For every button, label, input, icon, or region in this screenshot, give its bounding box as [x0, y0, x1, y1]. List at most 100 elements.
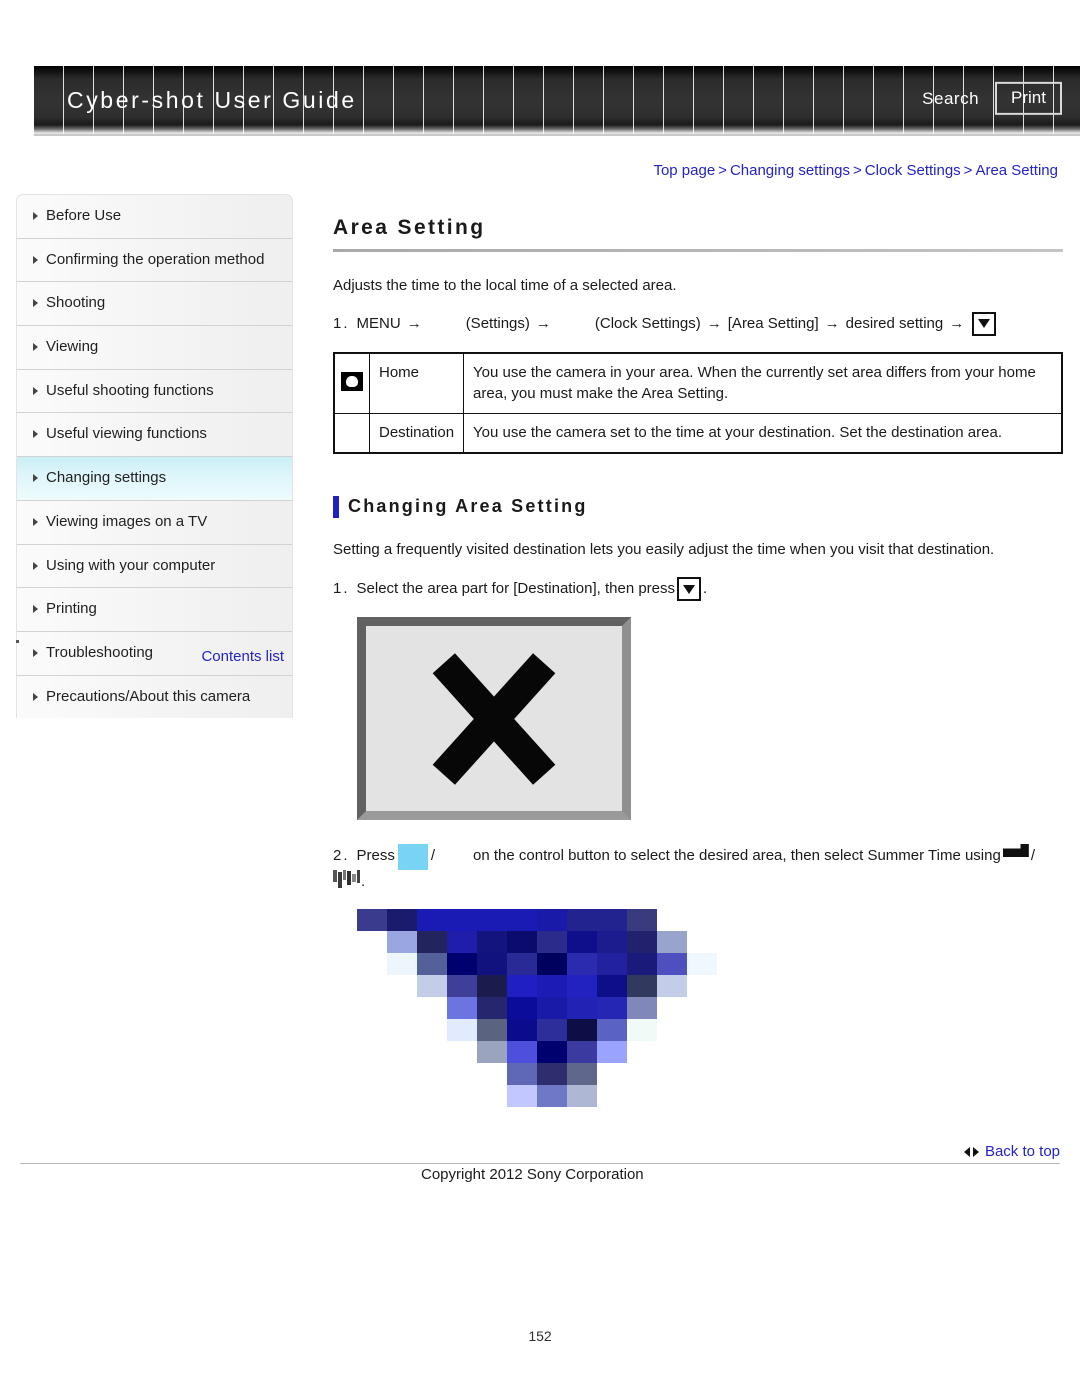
- sidebar-item-viewing-images-on-a-tv[interactable]: Viewing images on a TV: [17, 501, 292, 545]
- placeholder-pixel: [417, 975, 447, 998]
- sidebar-item-label: Shooting: [46, 294, 106, 312]
- sidebar-item-label: Printing: [46, 600, 97, 618]
- control-button-image-placeholder: [397, 844, 428, 870]
- placeholder-pixel: [627, 931, 657, 954]
- placeholder-pixel: [537, 909, 567, 932]
- step-number: 1.: [333, 580, 350, 598]
- sidebar-item-before-use[interactable]: Before Use: [17, 195, 292, 239]
- document-page: Cyber-shot User Guide Search Print Top p…: [0, 0, 1080, 1397]
- placeholder-pixel: [387, 909, 417, 932]
- footer-divider: [20, 1163, 1060, 1164]
- table-row: Home You use the camera in your area. Wh…: [333, 352, 1063, 414]
- breadcrumb-item-top-page[interactable]: Top page: [653, 162, 715, 179]
- placeholder-pixel: [477, 1041, 507, 1064]
- placeholder-pixel: [507, 1041, 537, 1064]
- area-setting-table: Home You use the camera in your area. Wh…: [333, 351, 1063, 454]
- arrow-icon: →: [706, 314, 722, 332]
- placeholder-pixel: [537, 931, 567, 954]
- triangle-bullet-icon: [33, 212, 38, 220]
- arrow-icon: →: [535, 314, 551, 332]
- sidebar-item-label: Useful shooting functions: [46, 381, 214, 399]
- page-number: 152: [528, 1328, 552, 1344]
- sub-step-1-period: .: [703, 580, 708, 598]
- sidebar-item-using-with-your-computer[interactable]: Using with your computer: [17, 545, 292, 589]
- breadcrumb-item-clock-settings[interactable]: Clock Settings: [865, 162, 961, 179]
- site-brand-title: Cyber-shot User Guide: [67, 86, 357, 113]
- placeholder-pixel: [507, 975, 537, 998]
- placeholder-pixel: [507, 997, 537, 1020]
- table-cell-icon: [333, 352, 370, 414]
- broken-image-placeholder-screen: [357, 617, 631, 820]
- placeholder-pixel: [447, 997, 477, 1020]
- back-to-top-link[interactable]: Back to top: [963, 1143, 1060, 1160]
- sub-step-1-row: 1. Select the area part for [Destination…: [333, 577, 1063, 601]
- breadcrumb-item-area-setting[interactable]: Area Setting: [975, 162, 1058, 179]
- triangle-bullet-icon: [33, 692, 38, 701]
- placeholder-pixel: [597, 953, 627, 976]
- sidebar-item-useful-shooting-functions[interactable]: Useful shooting functions: [17, 370, 292, 414]
- print-button[interactable]: Print: [995, 81, 1062, 115]
- clock-settings-icon: [557, 316, 595, 332]
- header-underline: [34, 134, 1080, 136]
- breadcrumb: Top page > Changing settings > Clock Setting…: [653, 162, 1058, 179]
- table-cell-description: You use the camera in your area. When th…: [463, 352, 1063, 414]
- placeholder-pixel: [687, 953, 717, 976]
- breadcrumb-item-changing-settings[interactable]: Changing settings: [730, 162, 850, 179]
- placeholder-pixel: [477, 953, 507, 976]
- placeholder-pixel: [597, 997, 627, 1020]
- heading-accent-bar: [333, 495, 339, 518]
- search-link[interactable]: Search: [922, 88, 979, 108]
- table-cell-description: You use the camera set to the time at yo…: [463, 412, 1063, 454]
- placeholder-pixel: [657, 975, 687, 998]
- step-number: 1.: [333, 314, 350, 332]
- back-to-top-marker-icon: [972, 1146, 979, 1157]
- sidebar-item-changing-settings[interactable]: Changing settings: [17, 457, 292, 501]
- triangle-bullet-icon: [33, 430, 38, 439]
- placeholder-pixel: [657, 953, 687, 976]
- broken-image-placeholder-triangle: [357, 909, 717, 1114]
- triangle-bullet-icon: [33, 343, 38, 352]
- placeholder-pixel: [537, 1019, 567, 1042]
- placeholder-pixel: [567, 997, 597, 1020]
- step-part-area-setting: [Area Setting]: [727, 314, 819, 332]
- subsection-heading-label: Changing Area Setting: [348, 496, 588, 517]
- placeholder-pixel: [507, 931, 537, 954]
- placeholder-pixel: [537, 997, 567, 1020]
- sub-step-1-text: Select the area part for [Destination], …: [356, 580, 676, 598]
- back-to-top-marker-icon: [963, 1146, 970, 1157]
- placeholder-pixel: [447, 953, 477, 976]
- page-title: Area Setting: [333, 216, 486, 239]
- placeholder-pixel: [477, 1019, 507, 1042]
- sub-step-2-row: 2. Press / on the control button to sele…: [333, 844, 1063, 893]
- sidebar-edge-marker: [16, 640, 19, 643]
- placeholder-pixel: [417, 909, 447, 932]
- placeholder-pixel: [627, 953, 657, 976]
- sidebar-item-label: Using with your computer: [46, 556, 216, 574]
- placeholder-pixel: [477, 997, 507, 1020]
- subsection-intro: Setting a frequently visited destination…: [333, 540, 995, 558]
- header-actions: Search Print: [922, 81, 1062, 115]
- placeholder-pixel: [567, 909, 597, 932]
- sidebar-item-confirming-the-operation-method[interactable]: Confirming the operation method: [17, 239, 292, 283]
- placeholder-pixel: [627, 975, 657, 998]
- table-row: Destination You use the camera set to th…: [333, 412, 1063, 454]
- placeholder-pixel: [477, 931, 507, 954]
- sidebar-item-viewing[interactable]: Viewing: [17, 326, 292, 370]
- placeholder-pixel: [537, 975, 567, 998]
- placeholder-pixel: [477, 975, 507, 998]
- placeholder-pixel: [567, 1041, 597, 1064]
- copyright-text: Copyright 2012 Sony Corporation: [421, 1166, 644, 1183]
- control-button-second-icon: [435, 844, 473, 860]
- home-icon: [341, 372, 363, 392]
- sidebar-item-shooting[interactable]: Shooting: [17, 282, 292, 327]
- triangle-bullet-icon: [33, 517, 38, 526]
- placeholder-pixel: [567, 953, 597, 976]
- placeholder-pixel: [507, 1019, 537, 1042]
- sub-step-2-slash2: /: [1030, 847, 1035, 864]
- sidebar-item-printing[interactable]: Printing: [17, 588, 292, 632]
- sidebar-item-precautions-about-this-camera[interactable]: Precautions/About this camera: [17, 676, 292, 719]
- placeholder-pixel: [657, 931, 687, 954]
- site-header: Cyber-shot User Guide Search Print: [34, 66, 1080, 136]
- contents-list-link[interactable]: Contents list: [201, 648, 284, 665]
- sidebar-item-useful-viewing-functions[interactable]: Useful viewing functions: [17, 413, 292, 458]
